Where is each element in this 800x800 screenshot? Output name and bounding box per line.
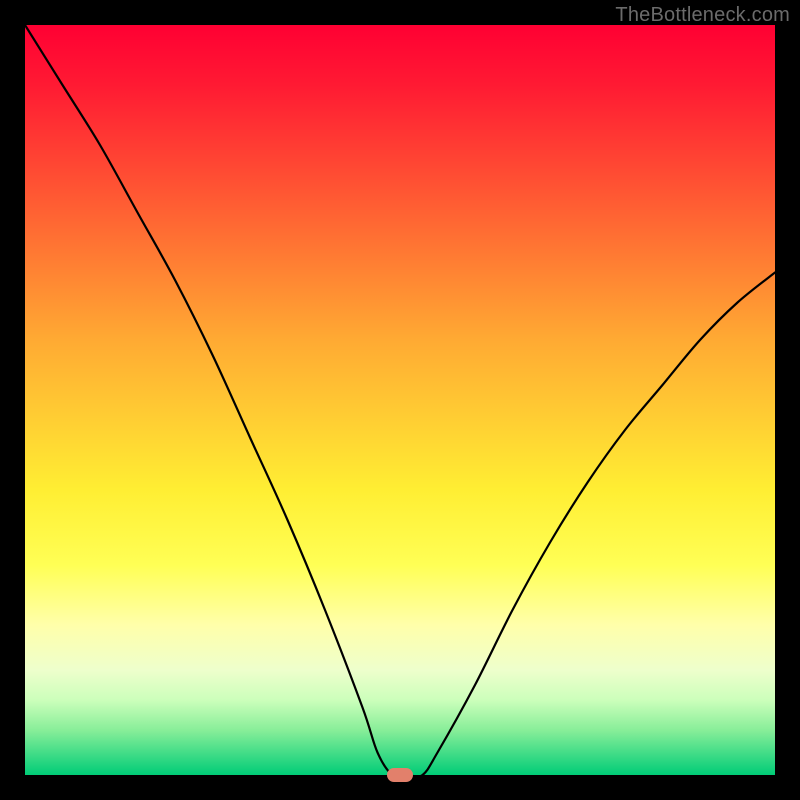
watermark-text: TheBottleneck.com <box>615 4 790 27</box>
chart-container: TheBottleneck.com <box>0 0 800 800</box>
bottleneck-curve <box>25 25 775 775</box>
optimal-marker <box>387 768 413 782</box>
plot-area <box>25 25 775 775</box>
